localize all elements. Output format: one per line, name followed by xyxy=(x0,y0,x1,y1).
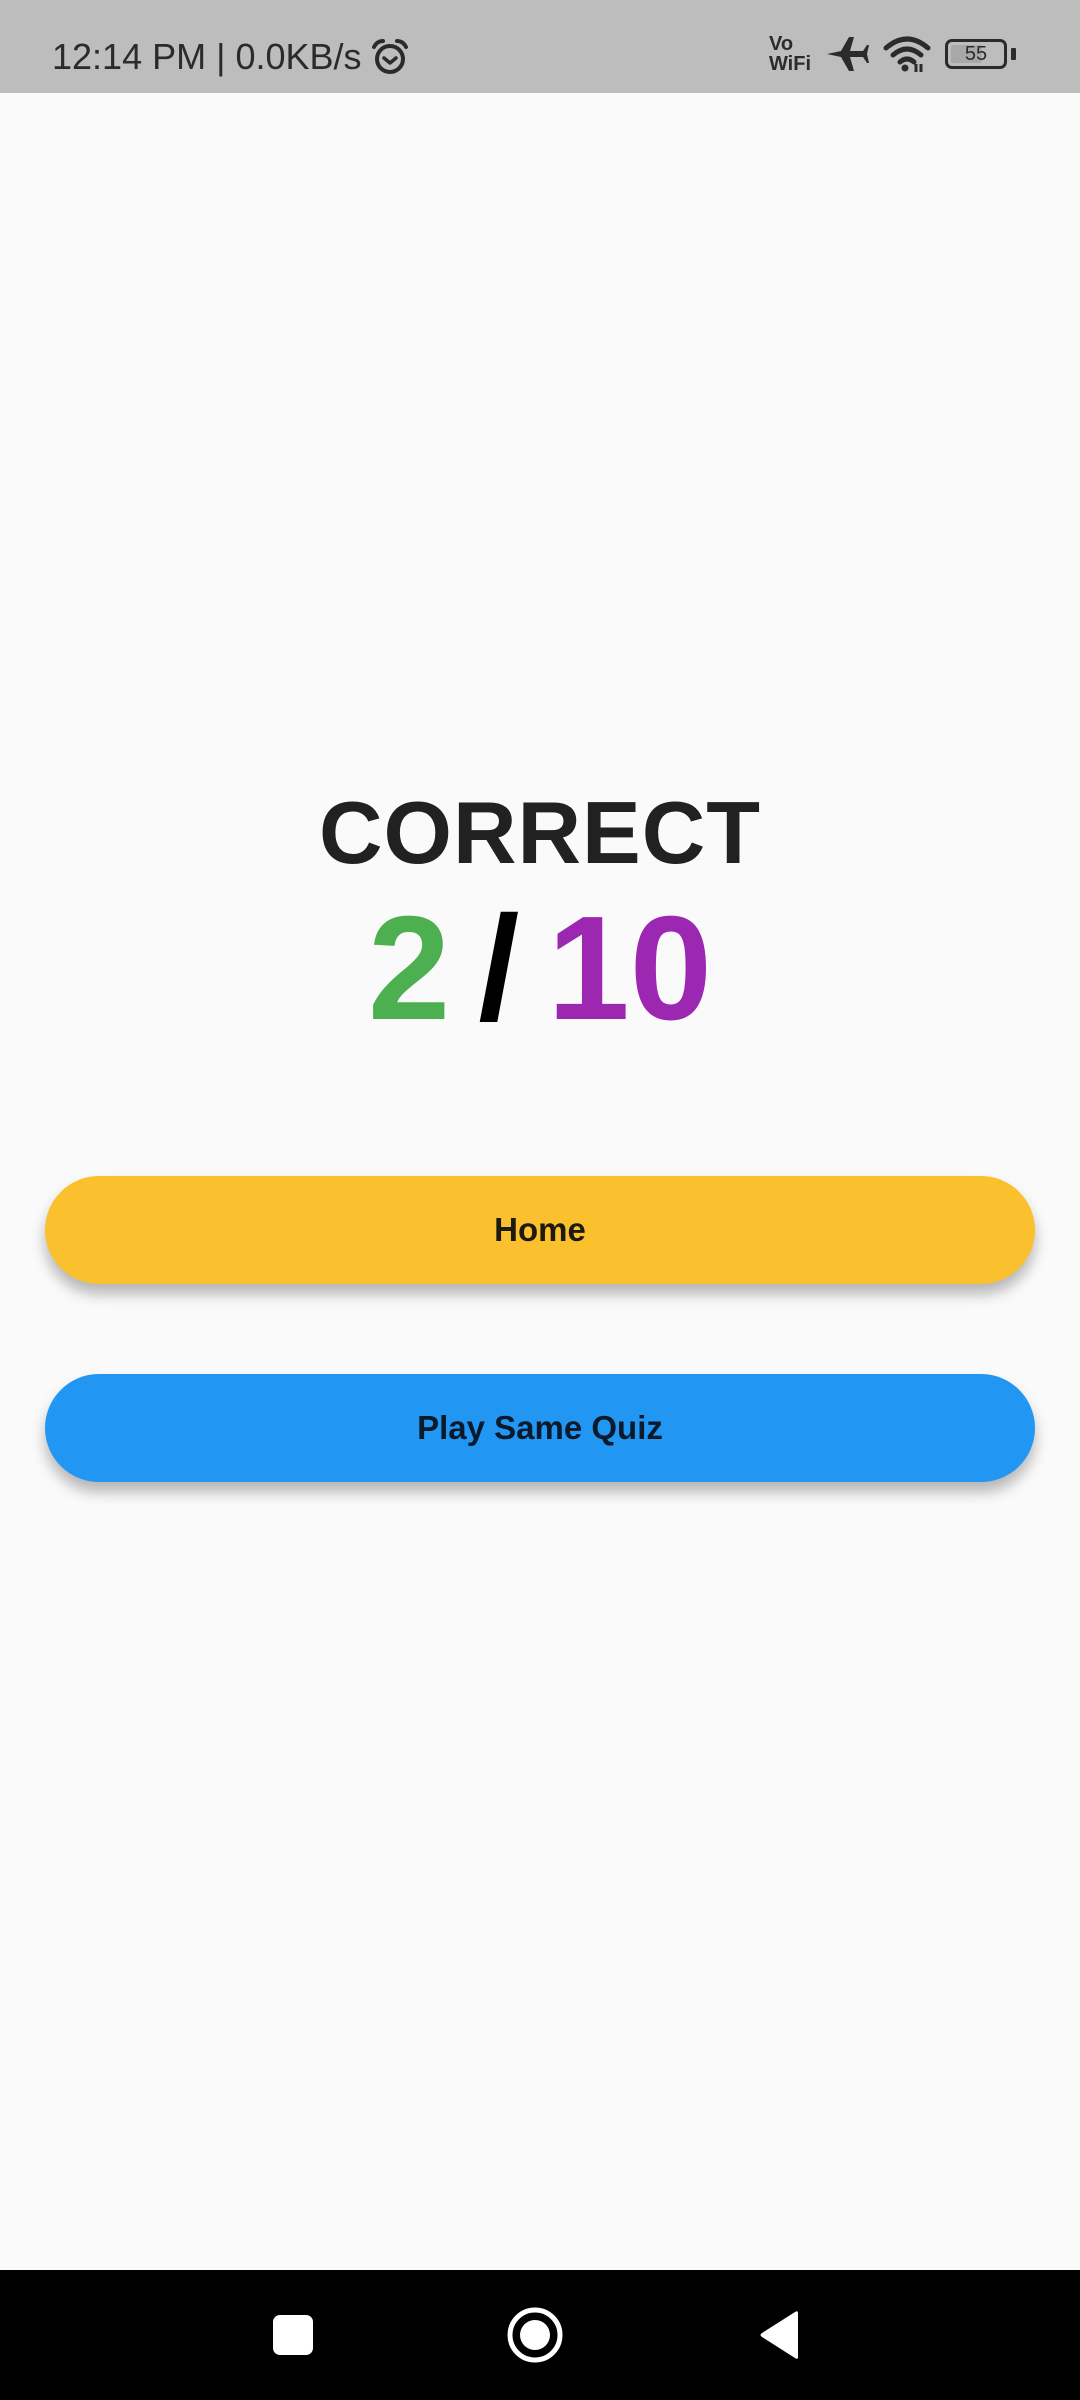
total-count: 10 xyxy=(547,886,713,1051)
status-bar: 12:14 PM | 0.0KB/s Vo WiFi 55 xyxy=(0,0,1080,93)
square-icon xyxy=(273,2315,313,2355)
status-left: 12:14 PM | 0.0KB/s xyxy=(52,36,410,78)
alarm-icon xyxy=(371,39,408,74)
home-button[interactable]: Home xyxy=(45,1176,1035,1284)
battery-tip xyxy=(1011,48,1016,60)
airplane-mode-icon xyxy=(827,37,869,71)
navigation-bar xyxy=(0,2270,1080,2400)
status-right: Vo WiFi 55 xyxy=(769,34,1016,74)
recent-apps-button[interactable] xyxy=(233,2270,353,2400)
result-title: CORRECT xyxy=(318,783,762,882)
battery-icon: 55 xyxy=(945,39,1007,69)
correct-count: 2 xyxy=(367,886,451,1051)
vowifi-icon: Vo WiFi xyxy=(769,34,811,74)
network-speed: 0.0KB/s xyxy=(235,36,362,77)
status-time: 12:14 PM xyxy=(52,36,207,77)
back-button[interactable] xyxy=(720,2270,840,2400)
home-nav-button[interactable] xyxy=(475,2270,595,2400)
score-separator: / xyxy=(478,886,520,1051)
score-display: 2/10 xyxy=(0,895,1080,1043)
battery-level: 55 xyxy=(964,42,988,65)
vowifi-top: Vo xyxy=(768,33,794,55)
back-triangle-icon xyxy=(760,2311,798,2359)
play-same-quiz-button[interactable]: Play Same Quiz xyxy=(45,1374,1035,1482)
circle-icon xyxy=(507,2307,563,2363)
vowifi-bottom: WiFi xyxy=(768,53,811,75)
status-separator: | xyxy=(216,36,226,77)
wifi-icon xyxy=(883,36,931,72)
